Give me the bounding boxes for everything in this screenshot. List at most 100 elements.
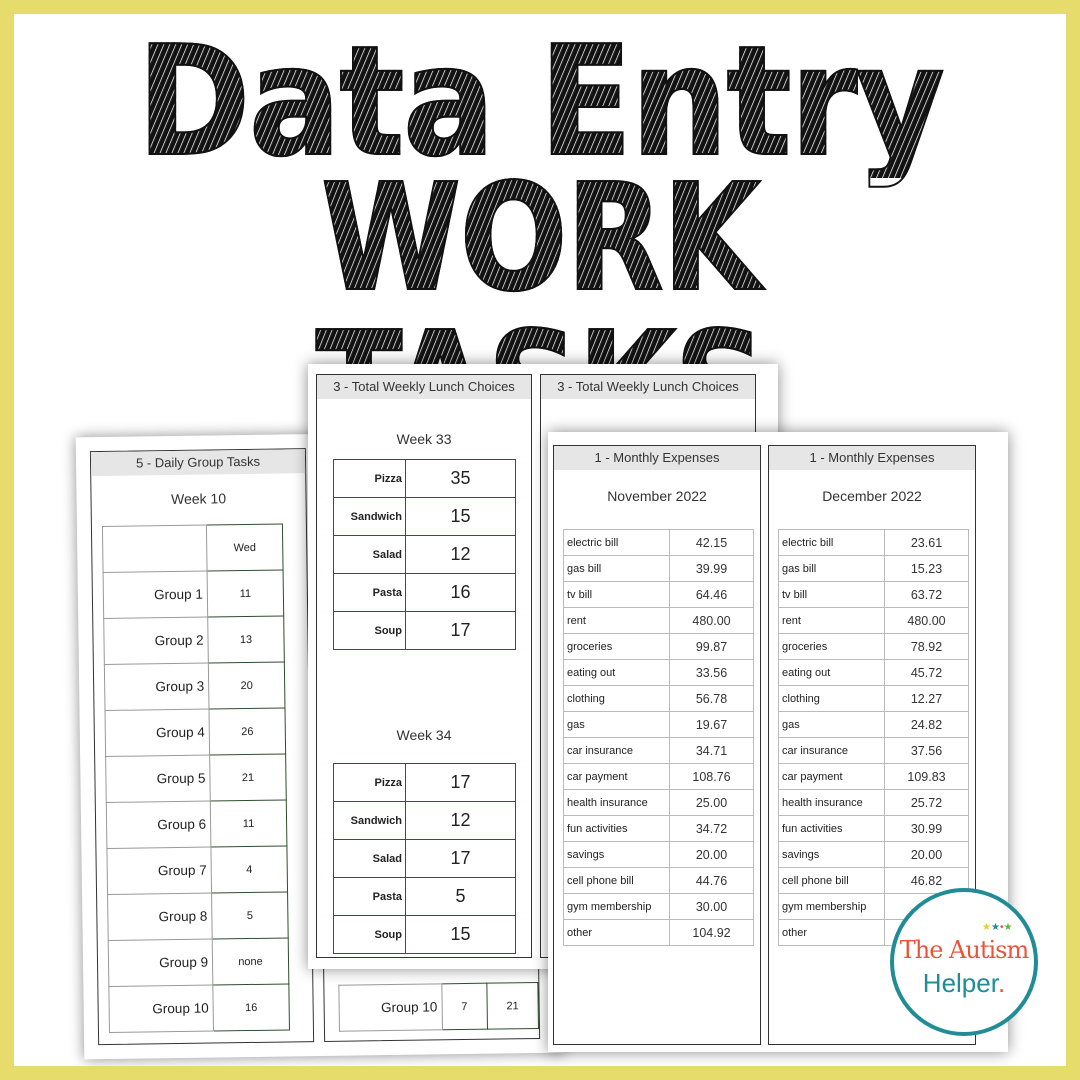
stars-icon: ★★•★ (982, 922, 1013, 933)
group-table-2: Group 10 7 21 (338, 982, 539, 1032)
table-row: car insurance 37.56 (778, 737, 969, 764)
expense-amount: 30.00 (669, 893, 754, 920)
expense-item: gas (563, 711, 670, 738)
expense-item: fun activities (778, 815, 885, 842)
table-row: Pizza 35 (333, 459, 516, 498)
table-row: Sandwich 12 (333, 801, 516, 840)
table-row: Group 4 26 (104, 707, 286, 757)
week-label: Week 10 (170, 490, 227, 508)
group-value: 11 (207, 569, 284, 618)
table-row: savings 20.00 (778, 841, 969, 868)
expenses-panel-november: 1 - Monthly Expenses November 2022 elect… (553, 445, 761, 1045)
lunch-count: 17 (405, 839, 516, 878)
expense-amount: 56.78 (669, 685, 754, 712)
group-label: Group 5 (105, 755, 211, 803)
table-row: groceries 99.87 (563, 633, 754, 660)
lunch-item: Salad (333, 535, 406, 574)
corner-cell (102, 525, 208, 573)
expense-amount: 12.27 (884, 685, 969, 712)
group-label: Group 7 (106, 847, 212, 895)
panel-header: 3 - Total Weekly Lunch Choices (541, 375, 755, 399)
logo-dot: . (997, 968, 1006, 998)
table-row: electric bill 42.15 (563, 529, 754, 556)
expense-amount: 39.99 (669, 555, 754, 582)
group-value: 21 (209, 753, 287, 802)
expense-amount: 24.82 (884, 711, 969, 738)
table-row: Salad 12 (333, 535, 516, 574)
table-row: Group 74 (106, 845, 288, 895)
expense-amount: 20.00 (884, 841, 969, 868)
expense-item: eating out (778, 659, 885, 686)
group-value: 20 (208, 661, 285, 710)
expense-item: tv bill (563, 581, 670, 608)
expense-amount: 30.99 (884, 815, 969, 842)
expense-amount: 104.92 (669, 919, 754, 946)
expense-item: gas bill (563, 555, 670, 582)
expense-amount: 109.83 (884, 763, 969, 790)
table-row: tv bill 63.72 (778, 581, 969, 608)
table-row: Group 2 13 (103, 615, 285, 665)
expense-item: car insurance (778, 737, 885, 764)
expense-item: health insurance (563, 789, 670, 816)
lunch-item: Pasta (333, 573, 406, 612)
expense-amount: 44.76 (669, 867, 754, 894)
expense-item: tv bill (778, 581, 885, 608)
expense-amount: 99.87 (669, 633, 754, 660)
expense-amount: 108.76 (669, 763, 754, 790)
table-row: cell phone bill 44.76 (563, 867, 754, 894)
expense-item: eating out (563, 659, 670, 686)
group-label: Group 3 (104, 663, 209, 711)
lunch-count: 12 (405, 801, 516, 840)
panel-header: 3 - Total Weekly Lunch Choices (317, 375, 531, 399)
expense-amount: 37.56 (884, 737, 969, 764)
lunch-count: 5 (405, 877, 516, 916)
table-row: groceries 78.92 (778, 633, 969, 660)
lunch-count: 16 (405, 573, 516, 612)
table-row: Pasta 5 (333, 877, 516, 916)
group-label: Group 10 (108, 985, 214, 1033)
lunch-item: Pasta (333, 877, 406, 916)
expense-item: clothing (778, 685, 885, 712)
expense-amount: 34.72 (669, 815, 754, 842)
product-cover: Data Entry WORK TASKS 5 - Daily Group Ta… (14, 14, 1066, 1066)
table-row: Salad 17 (333, 839, 516, 878)
logo-text-top: The Autism (899, 936, 1029, 964)
autism-helper-logo: ★★•★ The Autism Helper. (890, 888, 1038, 1036)
lunch-count: 15 (405, 915, 516, 954)
table-row: gas 19.67 (563, 711, 754, 738)
expense-item: electric bill (778, 529, 885, 556)
group-value: 5 (211, 891, 289, 940)
expenses-table: electric bill 42.15 gas bill 39.99 tv bill 64… (563, 529, 754, 946)
group-value: 4 (210, 845, 288, 894)
expense-item: gas (778, 711, 885, 738)
table-row: Group 1 11 (103, 569, 284, 619)
group-label: Group 8 (107, 893, 213, 941)
lunch-count: 35 (405, 459, 516, 498)
expense-item: clothing (563, 685, 670, 712)
expense-amount: 34.71 (669, 737, 754, 764)
table-row: Pasta 16 (333, 573, 516, 612)
table-row: Soup 17 (333, 611, 516, 650)
expense-amount: 25.72 (884, 789, 969, 816)
table-row: fun activities 34.72 (563, 815, 754, 842)
table-row: Group 5 21 (105, 753, 287, 803)
expense-amount: 480.00 (669, 607, 754, 634)
expense-item: car payment (778, 763, 885, 790)
panel-header: 1 - Monthly Expenses (769, 446, 975, 470)
lunch-item: Sandwich (333, 801, 406, 840)
expense-amount: 23.61 (884, 529, 969, 556)
table-row: Group 10 16 (108, 983, 290, 1033)
table-row: car payment 109.83 (778, 763, 969, 790)
table-row: cell phone bill 46.82 (778, 867, 969, 894)
table-row: gym membership 30.00 (563, 893, 754, 920)
expense-item: fun activities (563, 815, 670, 842)
group-value: 26 (208, 707, 286, 756)
table-row: Group 85 (107, 891, 289, 941)
expense-item: savings (563, 841, 670, 868)
expense-item: savings (778, 841, 885, 868)
table-row: health insurance 25.00 (563, 789, 754, 816)
month-label: December 2022 (822, 488, 922, 504)
table-row: other 104.92 (563, 919, 754, 946)
table-row: tv bill 64.46 (563, 581, 754, 608)
lunch-count: 15 (405, 497, 516, 536)
